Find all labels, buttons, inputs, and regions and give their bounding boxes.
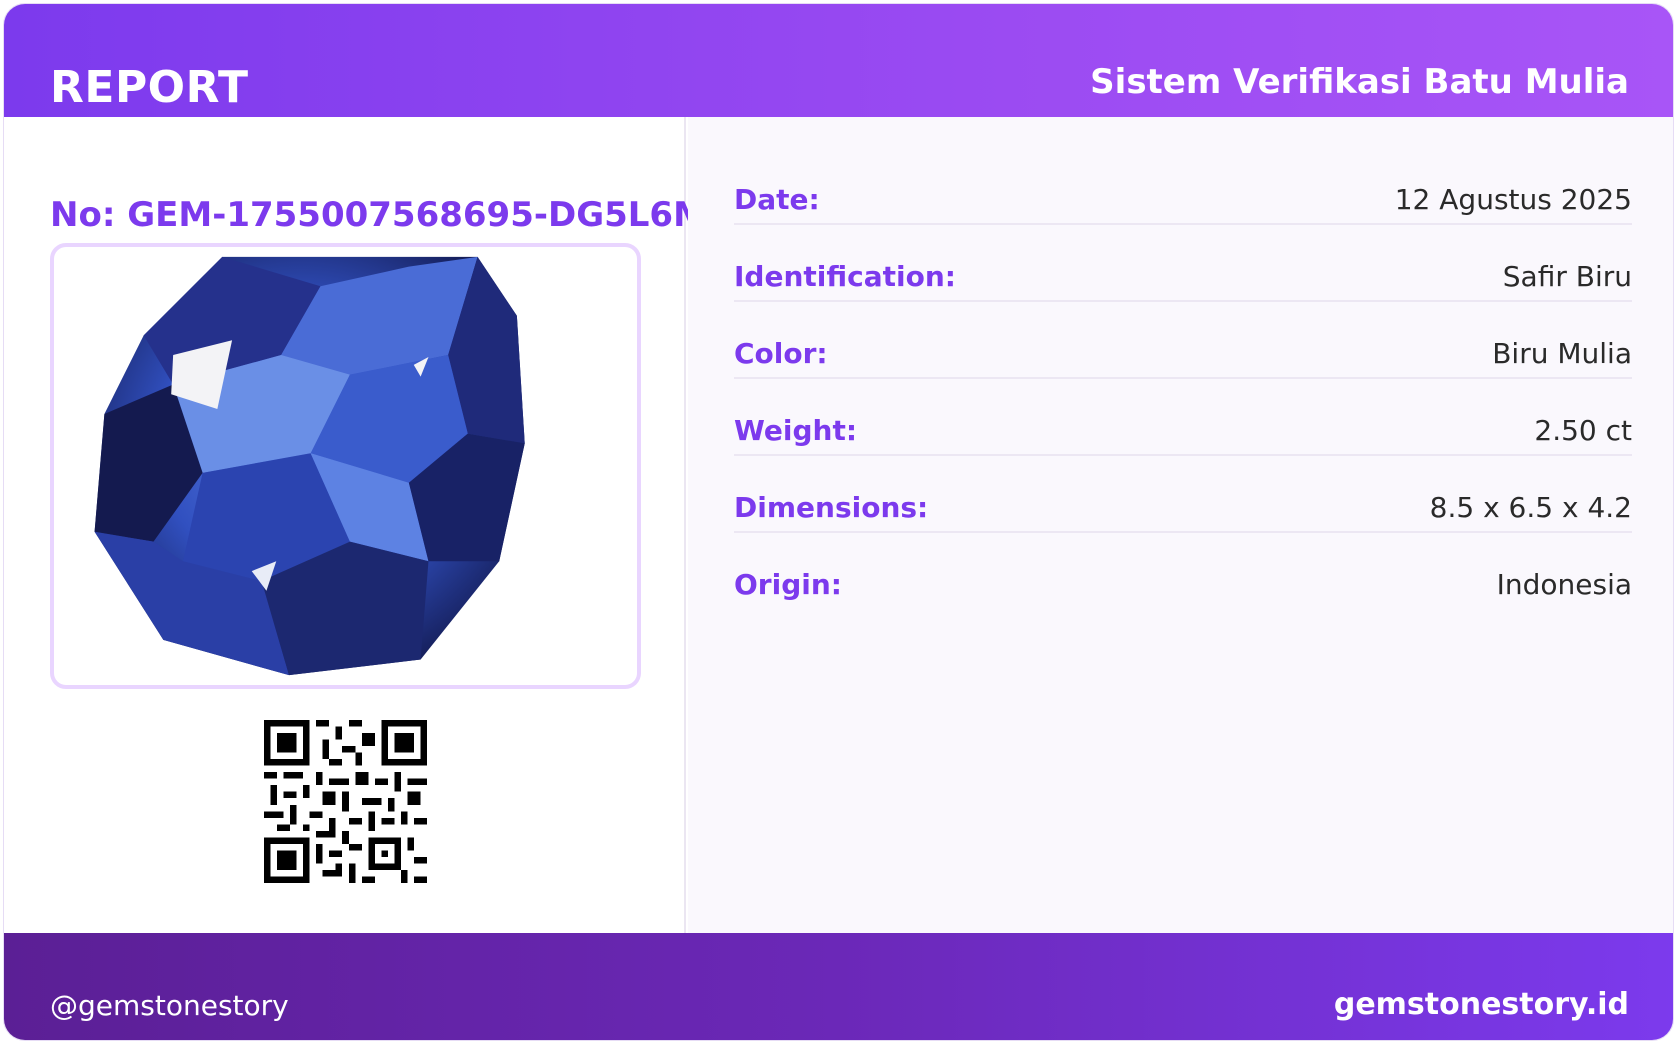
qr-code-icon (264, 720, 427, 883)
detail-label: Origin: (734, 568, 842, 601)
detail-row-weight: Weight: 2.50 ct (734, 406, 1632, 456)
detail-label: Color: (734, 337, 828, 370)
qr-code (264, 720, 427, 883)
detail-label: Date: (734, 183, 820, 216)
report-footer: @gemstonestory gemstonestory.id (4, 933, 1673, 1040)
gem-image (50, 243, 641, 689)
detail-value: Safir Biru (1502, 260, 1632, 293)
website-link[interactable]: gemstonestory.id (1334, 987, 1629, 1022)
gem-panel: No: GEM-1755007568695-DG5L6M (4, 117, 707, 933)
report-title: REPORT (50, 62, 249, 113)
detail-label: Dimensions: (734, 491, 929, 524)
detail-value: 8.5 x 6.5 x 4.2 (1429, 491, 1632, 524)
detail-row-dimensions: Dimensions: 8.5 x 6.5 x 4.2 (734, 483, 1632, 533)
report-subtitle: Sistem Verifikasi Batu Mulia (1090, 62, 1629, 102)
detail-row-origin: Origin: Indonesia (734, 560, 1632, 610)
detail-label: Weight: (734, 414, 858, 447)
report-header: REPORT Sistem Verifikasi Batu Mulia (4, 4, 1673, 117)
detail-row-identification: Identification: Safir Biru (734, 252, 1632, 302)
detail-value: 12 Agustus 2025 (1394, 183, 1632, 216)
detail-row-date: Date: 12 Agustus 2025 (734, 175, 1632, 225)
details-panel: Date: 12 Agustus 2025 Identification: Sa… (688, 117, 1673, 933)
detail-value: Biru Mulia (1492, 337, 1632, 370)
detail-value: 2.50 ct (1534, 414, 1632, 447)
detail-value: Indonesia (1496, 568, 1632, 601)
social-handle[interactable]: @gemstonestory (50, 989, 289, 1022)
detail-row-color: Color: Biru Mulia (734, 329, 1632, 379)
report-card: REPORT Sistem Verifikasi Batu Mulia No: … (3, 3, 1674, 1041)
sapphire-icon (94, 256, 525, 676)
certificate-number: No: GEM-1755007568695-DG5L6M (50, 195, 707, 235)
detail-label: Identification: (734, 260, 956, 293)
